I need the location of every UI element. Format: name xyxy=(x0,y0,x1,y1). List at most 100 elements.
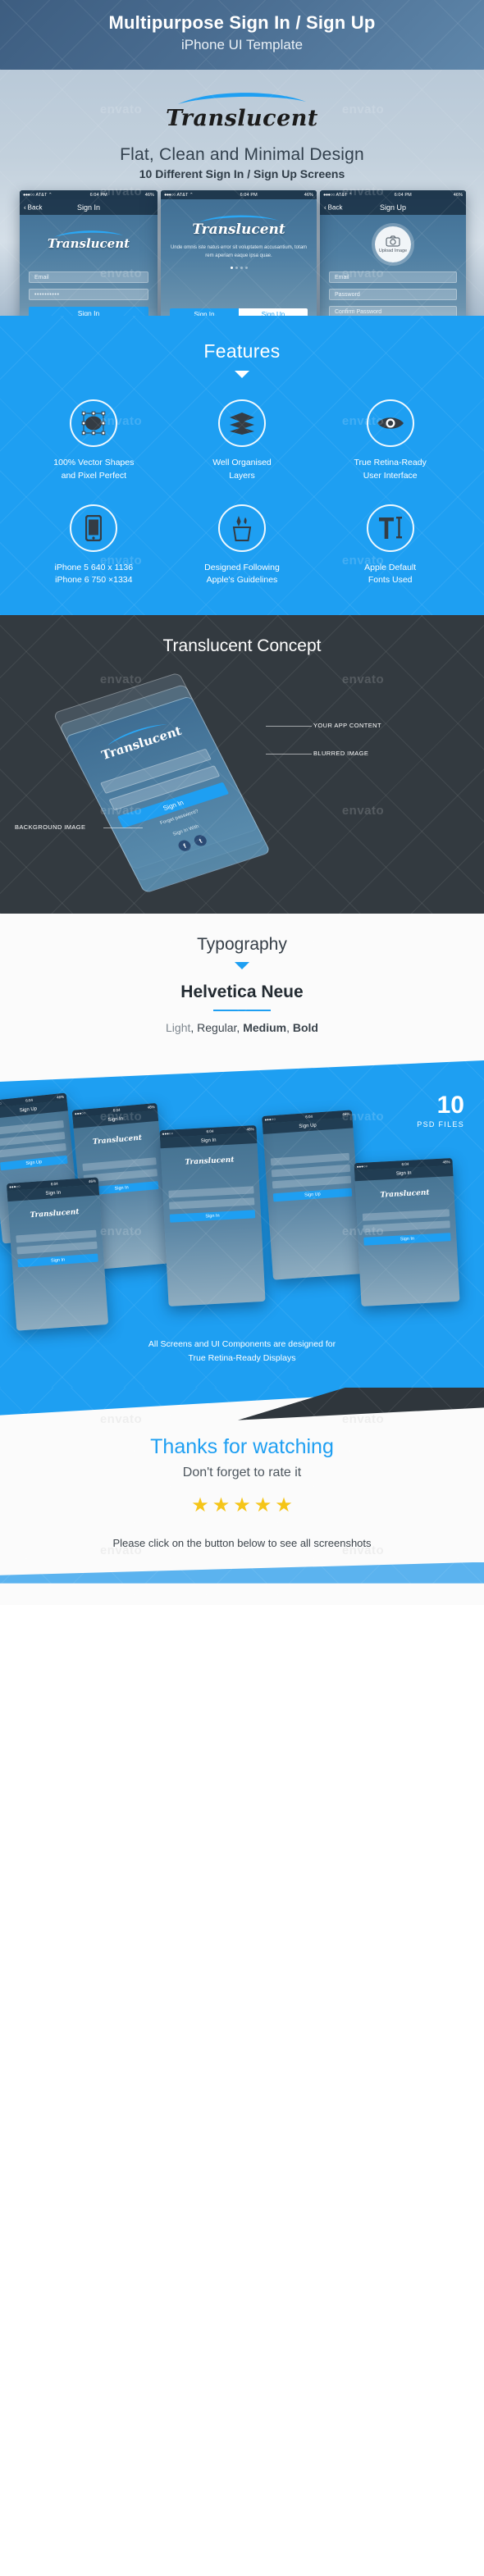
vector-shape-icon xyxy=(82,411,106,435)
divider xyxy=(213,1010,271,1011)
layers-icon xyxy=(229,413,254,435)
psd-footer-note: All Screens and UI Components are design… xyxy=(148,1339,336,1364)
clock-label: 6:04 PM xyxy=(394,192,412,198)
primary-button[interactable]: Sign In xyxy=(17,1253,98,1268)
star-icon[interactable]: ★ xyxy=(191,1493,209,1517)
feature-icon-wrap xyxy=(217,504,266,552)
brand-name: Translucent xyxy=(380,1188,430,1200)
clock-label: 6:04 PM xyxy=(240,192,258,198)
brand-name: Translucent xyxy=(185,1156,235,1167)
nav-bar: ‹ Back Sign In xyxy=(20,199,158,215)
thanks-section: envato envato envato envato Thanks for wat… xyxy=(0,1387,484,1605)
phone-mockups: ●●●○○ AT&T ⌃ 6:04 PM 46% ‹ Back Sign In … xyxy=(0,190,484,316)
back-button[interactable]: ‹ Back xyxy=(24,203,42,211)
primary-button[interactable]: Sign In xyxy=(363,1233,451,1246)
weight-regular: Regular xyxy=(197,1021,237,1034)
eye-icon xyxy=(377,417,404,429)
carrier-label: ●●●○○ AT&T ⌃ xyxy=(323,192,353,198)
star-icon[interactable]: ★ xyxy=(212,1493,231,1517)
signin-button[interactable]: Sign In xyxy=(170,308,239,316)
feature-icon-wrap xyxy=(217,399,266,447)
phone-content: Translucent Sign In xyxy=(161,1143,262,1228)
star-icon[interactable]: ★ xyxy=(275,1493,293,1517)
thanks-note: Please click on the button below to see … xyxy=(112,1536,372,1549)
hero-section: envatoenvato envatoenvato envatoenvato T… xyxy=(0,70,484,316)
primary-button[interactable]: Sign Up xyxy=(0,1155,68,1171)
primary-button[interactable]: Sign In xyxy=(169,1210,256,1223)
feature-label: 100% Vector Shapes and Pixel Perfect xyxy=(53,458,135,481)
confirm-password-field[interactable]: Confirm Password xyxy=(329,306,457,316)
signup-button[interactable]: Sign Up xyxy=(239,308,308,316)
concept-section: envatoenvato envatoenvato Translucent Co… xyxy=(0,615,484,914)
phone-content: Sign Up xyxy=(0,1110,74,1176)
back-button[interactable]: ‹ Back xyxy=(324,203,342,211)
feature-icon-wrap xyxy=(70,399,118,447)
signin-button[interactable]: Sign In xyxy=(29,307,148,316)
phone-content: Translucent Unde omnis iste natus error … xyxy=(161,212,317,316)
brand-name: Translucent xyxy=(47,236,130,251)
password-field[interactable]: Password xyxy=(329,289,457,300)
feature-item: Apple Default Fonts Used xyxy=(316,504,464,588)
status-bar: ●●●○○ AT&T ⌃ 6:04 PM 46% xyxy=(20,190,158,199)
email-field[interactable]: Email xyxy=(29,271,148,283)
psd-showcase-section: envatoenvato envatoenvato 10 PSD FILES ●… xyxy=(0,1060,484,1388)
welcome-copy: Unde omnis iste natus error sit voluptat… xyxy=(170,245,308,258)
chevron-down-icon xyxy=(235,962,249,969)
upload-image-button[interactable]: Upload Image xyxy=(375,226,411,262)
status-bar: ●●●○○ AT&T ⌃ 6:04 PM 46% xyxy=(161,190,317,199)
phone-content: Translucent Sign In xyxy=(355,1176,457,1251)
psd-phone-mockup: ●●●○○ 6:04 46% Sign In Translucent Sign In xyxy=(354,1157,460,1307)
brand-name: Translucent xyxy=(30,1208,80,1220)
facebook-icon[interactable]: f xyxy=(176,838,193,853)
nav-title: Sign Up xyxy=(379,203,407,212)
feature-item: iPhone 5 640 x 1136 iPhone 6 750 ×1334 xyxy=(20,504,168,588)
layer-stack: Translucent Sign In Forget password? Sig… xyxy=(53,658,317,899)
diagonal-divider xyxy=(0,1060,484,1082)
font-name: Helvetica Neue xyxy=(180,983,304,1001)
feature-item: True Retina-Ready User Interface xyxy=(316,399,464,483)
hero-subheading: 10 Different Sign In / Sign Up Screens xyxy=(139,167,345,180)
psd-phone-mockup: ●●●○○ 6:04 46% Sign In Translucent Sign In xyxy=(6,1177,109,1331)
feature-label: Well Organised Layers xyxy=(212,458,272,481)
psd-count-label: PSD FILES xyxy=(417,1120,464,1128)
concept-title: Translucent Concept xyxy=(162,636,322,655)
chevron-down-icon xyxy=(235,371,249,378)
feature-icon-wrap xyxy=(366,399,414,447)
password-field[interactable]: •••••••••• xyxy=(29,289,148,300)
clock-label: 6:04 PM xyxy=(89,192,107,198)
feature-label: Apple Default Fonts Used xyxy=(364,562,417,586)
nav-bar: ‹ Back Sign Up xyxy=(320,199,466,215)
star-icon[interactable]: ★ xyxy=(254,1493,272,1517)
typography-icon xyxy=(378,516,402,539)
callout-app-content: YOUR APP CONTENT xyxy=(266,722,381,729)
email-field[interactable]: Email xyxy=(329,271,457,283)
brand-logo: Translucent xyxy=(0,70,484,130)
feature-item: 100% Vector Shapes and Pixel Perfect xyxy=(20,399,168,483)
psd-phone-mockup: ●●●○○ 6:04 46% Sign In Translucent Sign In xyxy=(159,1125,266,1306)
feature-icon-wrap xyxy=(366,504,414,552)
brand-name: Translucent xyxy=(92,1133,143,1147)
page-indicator[interactable] xyxy=(170,266,308,269)
psd-phone-mockup: ●●●○○ 6:04 46% Sign Up Sign Up xyxy=(262,1110,363,1280)
features-title: Features xyxy=(203,340,281,362)
carrier-label: ●●●○○ AT&T ⌃ xyxy=(23,192,53,198)
star-icon[interactable]: ★ xyxy=(233,1493,251,1517)
feature-label: iPhone 5 640 x 1136 iPhone 6 750 ×1334 xyxy=(54,562,134,586)
phone-mockup-welcome: ●●●○○ AT&T ⌃ 6:04 PM 46% Translucent Und… xyxy=(161,190,317,316)
battery-label: 46% xyxy=(304,192,313,198)
page-title: Multipurpose Sign In / Sign Up xyxy=(108,12,376,33)
battery-label: 46% xyxy=(144,192,154,198)
rating-stars[interactable]: ★ ★ ★ ★ ★ xyxy=(0,1493,484,1517)
brand-name: Translucent xyxy=(166,106,318,131)
chevron-left-icon: ‹ xyxy=(324,203,326,211)
pen-cup-icon xyxy=(232,515,252,541)
nav-title: Sign In xyxy=(76,203,101,212)
primary-button[interactable]: Sign Up xyxy=(272,1188,353,1202)
typography-section: Typography Helvetica Neue Light, Regular… xyxy=(0,914,484,1060)
phone-mockup-signin: ●●●○○ AT&T ⌃ 6:04 PM 46% ‹ Back Sign In … xyxy=(20,190,158,316)
camera-icon xyxy=(386,235,400,247)
phone-content: Translucent Email •••••••••• Sign In For… xyxy=(20,228,158,316)
preview-page: Multipurpose Sign In / Sign Up iPhone UI… xyxy=(0,0,484,1605)
page-subtitle: iPhone UI Template xyxy=(180,36,304,52)
twitter-icon[interactable]: t xyxy=(192,833,209,848)
